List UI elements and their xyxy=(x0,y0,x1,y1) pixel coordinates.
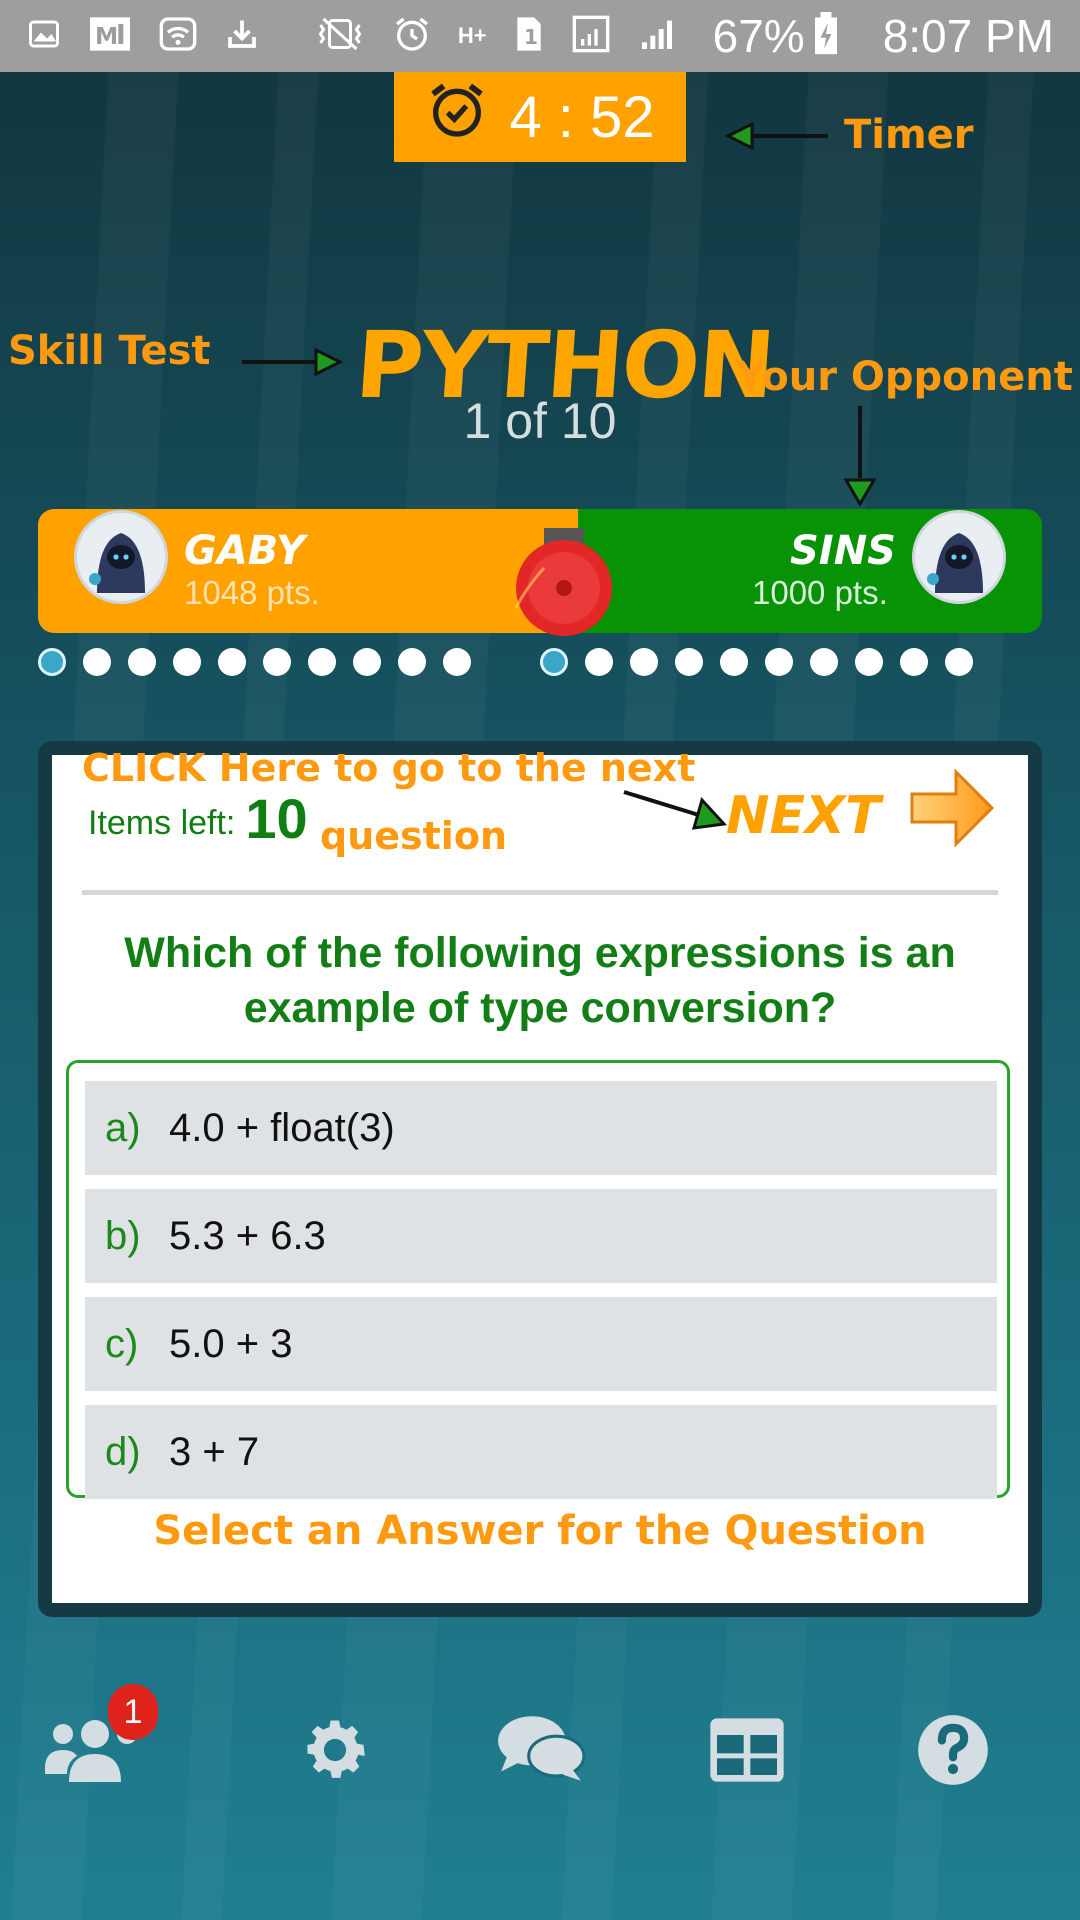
help-button[interactable] xyxy=(898,1700,1008,1800)
progress-dot xyxy=(720,648,748,676)
battery-percent: 67% xyxy=(712,10,805,62)
answer-letter: a) xyxy=(105,1105,141,1150)
answer-option-b[interactable]: b) 5.3 + 6.3 xyxy=(85,1189,997,1283)
wifi-icon xyxy=(158,14,198,59)
next-button[interactable]: NEXT xyxy=(726,762,996,862)
items-left-value: 10 xyxy=(245,787,308,850)
answer-letter: d) xyxy=(105,1429,141,1474)
next-annotation-arrow-icon xyxy=(623,790,728,830)
sim-icon: 1 xyxy=(513,14,545,59)
help-icon xyxy=(918,1715,988,1785)
status-bar: M H+ 1 67% 8:07 PM xyxy=(0,0,1080,72)
progress-dot xyxy=(173,648,201,676)
answer-text: 5.0 + 3 xyxy=(169,1321,293,1366)
progress-dot xyxy=(443,648,471,676)
answer-option-a[interactable]: a) 4.0 + float(3) xyxy=(85,1081,997,1175)
countdown-timer: 4 : 52 xyxy=(394,72,686,162)
progress-dot xyxy=(945,648,973,676)
ml-icon: M xyxy=(88,14,132,59)
progress-dot xyxy=(398,648,426,676)
answer-text: 5.3 + 6.3 xyxy=(169,1213,326,1258)
progress-dot xyxy=(540,648,568,676)
download-icon xyxy=(224,16,260,57)
next-label: NEXT xyxy=(726,786,881,846)
opponent-answer-dots xyxy=(540,648,990,676)
settings-icon xyxy=(307,1720,365,1778)
progress-dot xyxy=(810,648,838,676)
opponent-name: SINS xyxy=(790,528,896,574)
chat-button[interactable] xyxy=(486,1700,596,1800)
vibrate-off-icon xyxy=(314,16,366,57)
annotation-timer: Timer xyxy=(844,112,974,158)
progress-dot xyxy=(83,648,111,676)
settings-button[interactable] xyxy=(280,1700,390,1800)
notification-badge: 1 xyxy=(108,1684,158,1740)
alarm-icon xyxy=(392,14,432,59)
answer-letter: c) xyxy=(105,1321,139,1366)
opponent-avatar xyxy=(912,510,1006,604)
card-divider xyxy=(82,890,998,895)
battery-charging-icon xyxy=(813,11,839,61)
items-left: Items left: 10 xyxy=(88,786,308,851)
progress-dot xyxy=(353,648,381,676)
progress-dot xyxy=(585,648,613,676)
annotation-select-answer: Select an Answer for the Question xyxy=(153,1508,927,1554)
alarm-clock-icon xyxy=(425,78,509,156)
svg-text:M: M xyxy=(95,22,118,50)
player-name: GABY xyxy=(184,528,306,574)
progress-dot xyxy=(263,648,291,676)
player-points: 1048 pts. xyxy=(184,574,320,611)
answer-option-c[interactable]: c) 5.0 + 3 xyxy=(85,1297,997,1391)
opponent-points: 1000 pts. xyxy=(752,574,888,611)
chat-icon xyxy=(498,1716,586,1781)
annotation-next-line1: CLICK Here to go to the next xyxy=(82,746,696,790)
progress-dot xyxy=(308,648,336,676)
signal-icon xyxy=(571,14,611,59)
progress-dot xyxy=(128,648,156,676)
items-left-label: Items left: xyxy=(88,804,236,842)
progress-dot xyxy=(765,648,793,676)
arrow-right-icon xyxy=(910,768,995,848)
timer-arrow-icon xyxy=(724,121,828,151)
question-progress: 1 of 10 xyxy=(463,393,617,449)
clock-time: 8:07 PM xyxy=(882,10,1054,62)
player-avatar xyxy=(74,510,168,604)
image-icon xyxy=(26,16,62,57)
answer-option-d[interactable]: d) 3 + 7 xyxy=(85,1405,997,1499)
answer-list: a) 4.0 + float(3) b) 5.3 + 6.3 c) 5.0 + … xyxy=(66,1060,1010,1499)
player-answer-dots xyxy=(38,648,488,676)
answer-text: 3 + 7 xyxy=(169,1429,260,1474)
leaderboard-button[interactable] xyxy=(692,1700,802,1800)
progress-dot xyxy=(218,648,246,676)
progress-dot xyxy=(630,648,658,676)
answer-text: 4.0 + float(3) xyxy=(169,1105,395,1150)
annotation-opponent: Your Opponent xyxy=(736,354,1073,400)
progress-dot xyxy=(38,648,66,676)
bottom-nav xyxy=(0,1700,1080,1800)
versus-disc-icon xyxy=(514,528,612,636)
svg-text:1: 1 xyxy=(524,25,538,49)
opponent-arrow-icon xyxy=(843,406,877,507)
hplus-icon: H+ xyxy=(457,23,487,48)
annotation-next-line2: question xyxy=(320,814,507,858)
leaderboard-icon xyxy=(710,1718,784,1782)
progress-dot xyxy=(675,648,703,676)
answer-letter: b) xyxy=(105,1213,141,1258)
annotation-skill-test: Skill Test xyxy=(8,328,211,374)
progress-dot xyxy=(855,648,883,676)
question-text: Which of the following expressions is an… xyxy=(124,929,956,1032)
timer-value: 4 : 52 xyxy=(509,84,655,150)
skill-test-arrow-icon xyxy=(242,347,344,377)
signal-icon xyxy=(637,14,677,59)
progress-dot xyxy=(900,648,928,676)
